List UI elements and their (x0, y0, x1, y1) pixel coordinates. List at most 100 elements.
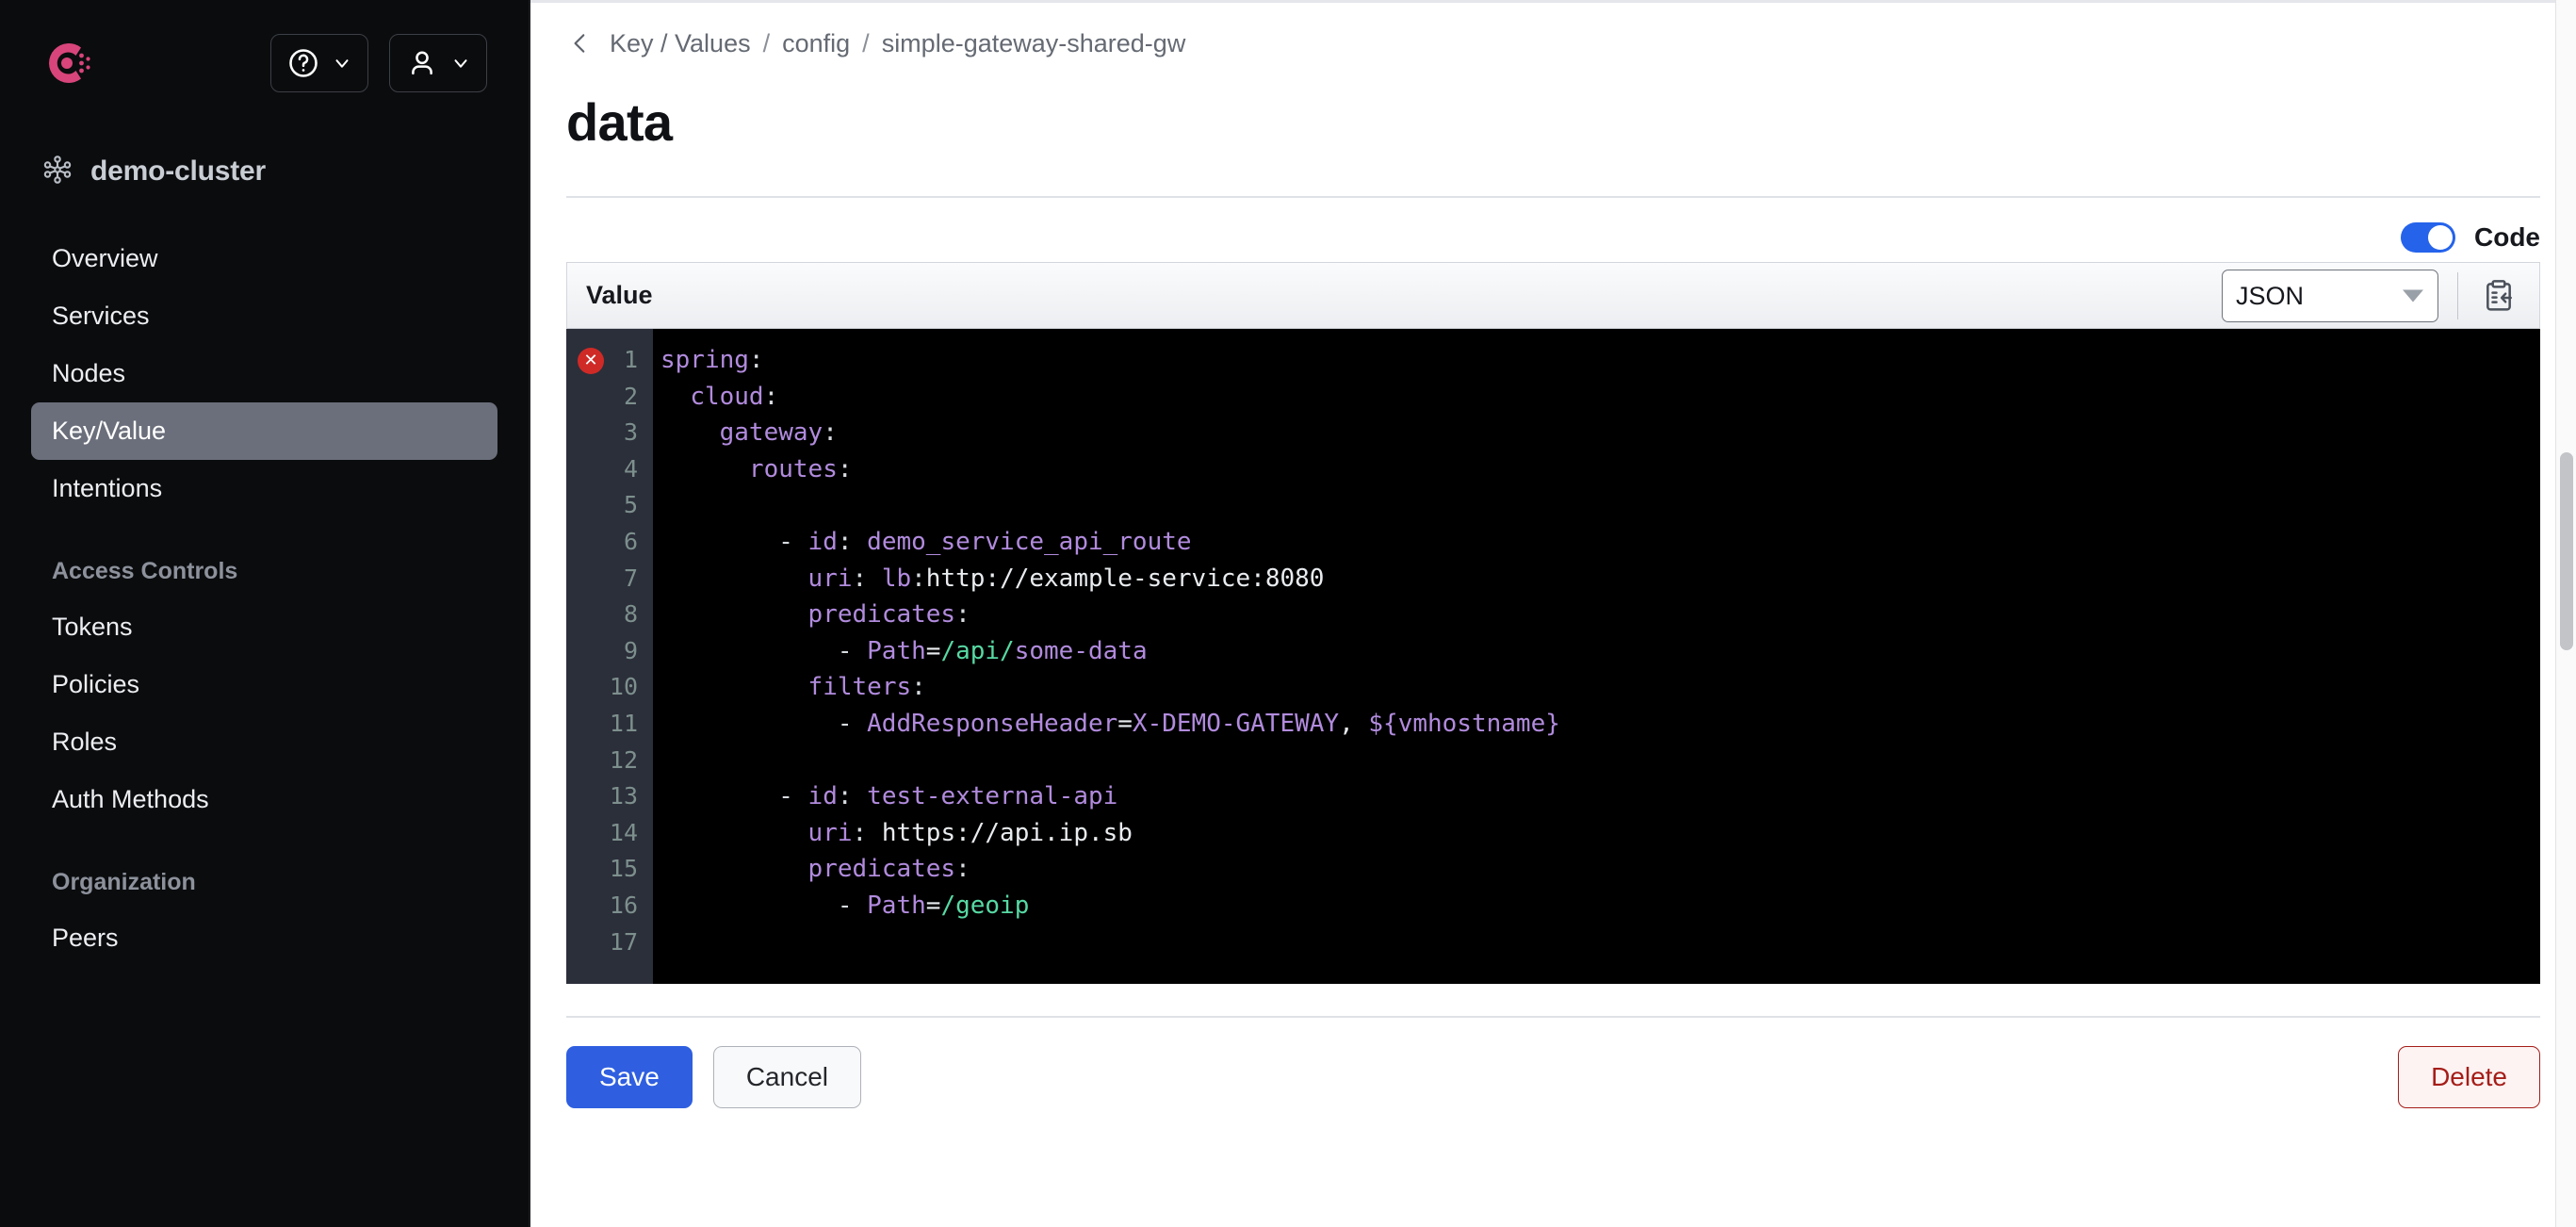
code-token: , (1339, 709, 1369, 738)
code-token: : (837, 527, 868, 556)
format-select[interactable]: JSONYAMLHCLXML (2222, 269, 2438, 322)
breadcrumb-separator: / (862, 28, 870, 57)
editor-toolbar: Value JSONYAMLHCLXML (567, 263, 2539, 329)
line-number: 11 (609, 709, 638, 737)
breadcrumb-current: simple-gateway-shared-gw (881, 28, 1186, 57)
sidebar-item-peers[interactable]: Peers (31, 909, 497, 967)
code-line: filters: (660, 669, 2540, 706)
code-line: predicates: (660, 851, 2540, 888)
editor-gutter: ✕ 1 2 3 4 5 6 7 8 9 10 11 12 13 14 15 16 17 (566, 329, 653, 984)
sidebar-group-access-controls: Access Controls (52, 558, 238, 584)
code-token: test-external-api (867, 782, 1118, 811)
code-token: cloud (690, 382, 764, 411)
line-number: 5 (623, 491, 638, 519)
chevron-down-icon (332, 53, 352, 74)
copy-to-clipboard-icon[interactable] (2458, 263, 2539, 329)
line-number: 16 (609, 891, 638, 919)
cluster-name: demo-cluster (90, 155, 266, 187)
code-token: - (660, 527, 808, 556)
consul-logo-icon[interactable] (41, 36, 96, 90)
code-line: spring: (660, 342, 2540, 379)
sidebar-item-auth-methods[interactable]: Auth Methods (31, 771, 497, 828)
cancel-button[interactable]: Cancel (712, 1046, 861, 1108)
code-token: = (925, 891, 941, 920)
code-token: Path (867, 891, 926, 920)
line-number: 3 (623, 418, 638, 447)
code-token: predicates (807, 855, 956, 884)
page-scrollbar-thumb[interactable] (2560, 452, 2573, 650)
sidebar-item-intentions[interactable]: Intentions (31, 460, 497, 517)
code-token: : (955, 600, 970, 630)
save-button[interactable]: Save (566, 1046, 693, 1108)
delete-button[interactable]: Delete (2398, 1046, 2540, 1108)
sidebar-item-policies[interactable]: Policies (31, 656, 497, 713)
code-token: - (660, 782, 808, 811)
code-line: gateway: (660, 415, 2540, 451)
code-token: https://api.ip.sb (881, 818, 1133, 847)
code-token: filters (807, 673, 912, 702)
question-circle-icon (286, 46, 320, 80)
code-token: id (807, 782, 838, 811)
sidebar-item-nodes[interactable]: Nodes (31, 345, 497, 402)
code-token: : (837, 454, 853, 483)
code-toggle-row: Code (530, 198, 2576, 253)
code-line: uri: lb:http://example-service:8080 (660, 561, 2540, 597)
code-token: = (1117, 709, 1133, 738)
user-icon (405, 46, 439, 80)
code-line: - id: test-external-api (660, 778, 2540, 815)
code-toggle[interactable] (2401, 222, 2455, 253)
breadcrumb-separator: / (762, 28, 771, 57)
footer-primary-actions: Save Cancel (566, 1046, 861, 1108)
sidebar-group-organization: Organization (52, 869, 196, 895)
line-number: 15 (609, 855, 638, 883)
sidebar-item-roles[interactable]: Roles (31, 713, 497, 771)
page-scrollbar[interactable] (2555, 0, 2576, 1227)
breadcrumb-link-key-values[interactable]: Key / Values (610, 29, 751, 58)
sidebar-item-overview[interactable]: Overview (31, 230, 497, 287)
code-line: predicates: (660, 597, 2540, 633)
sidebar-item-tokens[interactable]: Tokens (31, 598, 497, 656)
help-menu-button[interactable] (270, 34, 368, 92)
line-number: 7 (623, 564, 638, 592)
code-token: X-DEMO-GATEWAY (1132, 709, 1340, 738)
sidebar-item-services[interactable]: Services (31, 287, 497, 345)
code-token: /geoip (940, 891, 1030, 920)
code-token: spring (660, 346, 749, 374)
code-token: uri (807, 818, 853, 847)
code-token: : (823, 418, 838, 448)
line-number: 10 (609, 673, 638, 701)
line-number: 13 (609, 782, 638, 810)
code-line: - Path=/geoip (660, 888, 2540, 924)
editor-toolbar-actions: JSONYAMLHCLXML (2222, 263, 2539, 328)
code-content[interactable]: spring: cloud: gateway: routes: - id: de… (653, 329, 2540, 984)
code-token: - (660, 636, 868, 665)
user-menu-button[interactable] (389, 34, 487, 92)
code-token: : (852, 818, 882, 847)
code-token: gateway (719, 418, 823, 448)
editor-header-wrap: Value JSONYAMLHCLXML (566, 262, 2540, 329)
code-line: - Path=/api/some-data (660, 633, 2540, 670)
code-token: : (911, 673, 926, 702)
sidebar-item-key-value[interactable]: Key/Value (31, 402, 497, 460)
chevron-left-icon[interactable] (566, 29, 595, 57)
cluster-selector[interactable]: demo-cluster (0, 141, 529, 202)
sidebar-nav: Overview Services Nodes Key/Value Intent… (0, 230, 529, 967)
form-footer: Save Cancel Delete (530, 1018, 2576, 1108)
page-title: data (566, 92, 673, 152)
code-editor[interactable]: ✕ 1 2 3 4 5 6 7 8 9 10 11 12 13 14 15 16 17 spring: clou… (566, 329, 2540, 984)
error-x-icon[interactable]: ✕ (578, 348, 604, 374)
chevron-down-icon (450, 53, 471, 74)
code-token: - (660, 709, 868, 738)
code-token: routes (748, 454, 838, 483)
code-token: id (807, 527, 838, 556)
sidebar-header (0, 34, 529, 92)
breadcrumb-link-config[interactable]: config (782, 29, 850, 58)
